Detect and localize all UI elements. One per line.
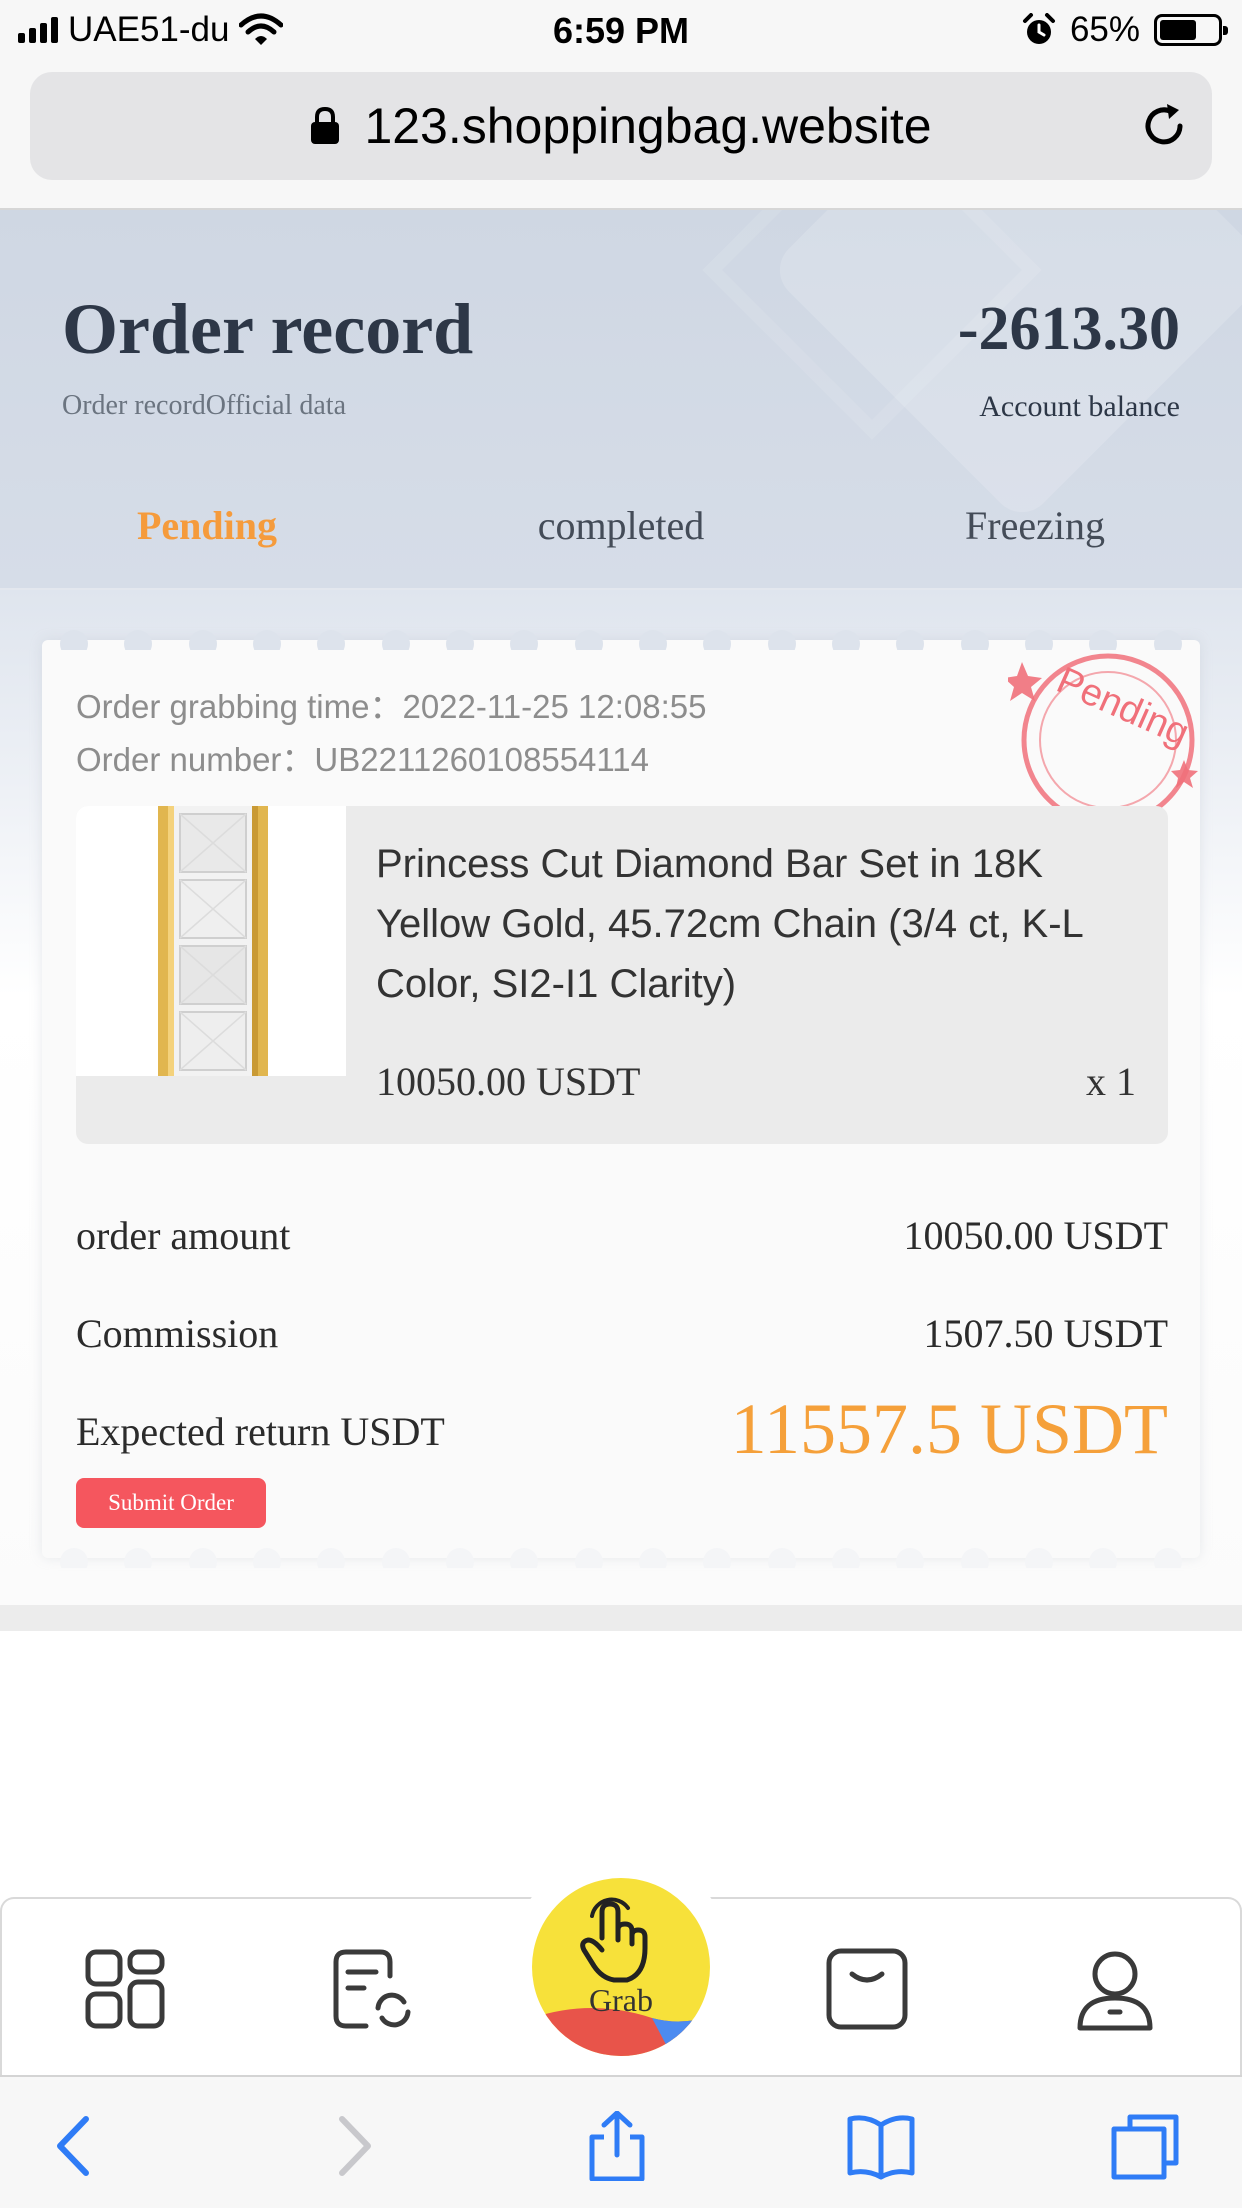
order-list: Order grabbing time：2022-11-25 12:08:55 …	[0, 590, 1242, 1605]
status-right: 65%	[1022, 10, 1228, 50]
card-edge	[42, 1548, 1200, 1568]
battery-icon	[1154, 14, 1228, 46]
product-item[interactable]: Princess Cut Diamond Bar Set in 18K Yell…	[76, 806, 1168, 1144]
commission-label: Commission	[76, 1311, 279, 1356]
grab-hand-icon	[532, 1897, 710, 2056]
lock-icon	[311, 106, 340, 144]
page-subtitle: Order recordOfficial data	[62, 390, 346, 421]
order-number: Order number：UB2211260108554114	[76, 741, 650, 778]
share-icon[interactable]	[582, 2111, 652, 2181]
tab-pending[interactable]: Pending	[0, 480, 414, 570]
grab-label: Grab	[589, 1982, 653, 2018]
forward-icon[interactable]	[316, 2111, 386, 2181]
order-amount-label: order amount	[76, 1213, 291, 1258]
order-tabs: Pending completed Freezing	[0, 480, 1242, 570]
records-icon[interactable]	[330, 1946, 416, 2032]
expected-return-label: Expected return USDT	[76, 1409, 445, 1454]
account-balance: -2613.30	[957, 295, 1180, 363]
order-card: Order grabbing time：2022-11-25 12:08:55 …	[42, 630, 1200, 1568]
browser-address-area: 123.shoppingbag.website	[0, 62, 1242, 210]
alarm-icon	[1022, 13, 1055, 44]
status-bar: UAE51-du 6:59 PM 65%	[0, 0, 1242, 62]
submit-order-button[interactable]: Submit Order	[76, 1478, 266, 1528]
product-name: Princess Cut Diamond Bar Set in 18K Yell…	[376, 842, 1083, 1006]
order-amount-value: 10050.00 USDT	[903, 1213, 1168, 1258]
back-icon[interactable]	[42, 2111, 112, 2181]
diamond-bar-image	[156, 806, 268, 1076]
card-edge	[42, 630, 1200, 650]
order-grab-time: Order grabbing time：2022-11-25 12:08:55	[76, 688, 707, 725]
divider-band	[0, 1605, 1242, 1631]
address-bar[interactable]: 123.shoppingbag.website	[30, 72, 1212, 180]
pending-stamp: Pending	[1008, 653, 1198, 808]
battery-level	[1160, 20, 1196, 40]
product-price: 10050.00 USDT	[376, 1059, 641, 1104]
product-quantity: x 1	[1086, 1059, 1136, 1104]
page-title: Order record	[62, 289, 474, 369]
profile-icon[interactable]	[1072, 1946, 1158, 2032]
battery-percent: 65%	[1069, 10, 1140, 49]
browser-toolbar	[0, 2075, 1242, 2208]
expected-return-value: 11557.5 USDT	[730, 1389, 1168, 1469]
tab-freezing[interactable]: Freezing	[828, 480, 1242, 570]
bookmarks-icon[interactable]	[846, 2111, 916, 2181]
product-image	[76, 806, 346, 1076]
url-text: 123.shoppingbag.website	[364, 98, 932, 154]
apps-icon[interactable]	[82, 1946, 168, 2032]
tabs-icon[interactable]	[1110, 2111, 1180, 2181]
grab-button[interactable]: Grab	[532, 1878, 710, 2056]
account-balance-label: Account balance	[979, 390, 1180, 423]
reload-icon[interactable]	[1138, 100, 1190, 152]
tab-completed[interactable]: completed	[414, 480, 828, 570]
commission-value: 1507.50 USDT	[923, 1311, 1168, 1356]
order-header: Order record Order recordOfficial data -…	[0, 210, 1242, 590]
wallet-icon[interactable]	[824, 1946, 910, 2032]
